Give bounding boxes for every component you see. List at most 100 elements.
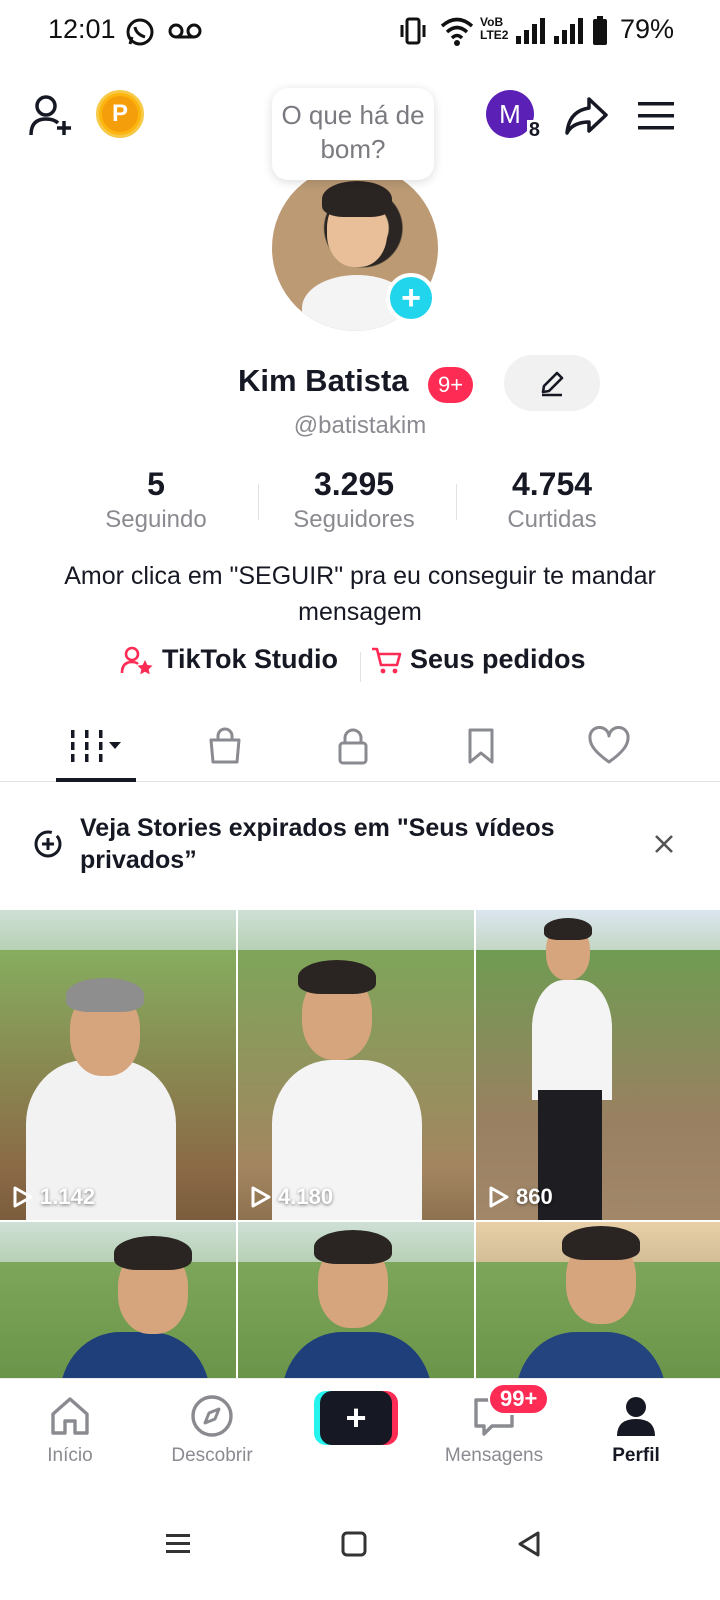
home-icon bbox=[51, 1397, 89, 1435]
tab-shop[interactable] bbox=[160, 710, 290, 782]
view-count: 860 bbox=[488, 1184, 553, 1210]
bookmark-icon bbox=[468, 728, 494, 764]
video-grid: 1.142 4.180 860 bbox=[0, 910, 720, 1406]
tab-liked[interactable] bbox=[544, 710, 674, 782]
video-thumbnail[interactable]: 860 bbox=[476, 910, 720, 1220]
tab-saved[interactable] bbox=[416, 710, 546, 782]
signal-icon bbox=[552, 16, 586, 51]
cart-icon bbox=[372, 647, 402, 673]
plus-icon: + bbox=[320, 1391, 392, 1445]
wifi-icon bbox=[440, 16, 474, 51]
menu-button[interactable] bbox=[634, 92, 678, 140]
coin-label: P bbox=[102, 96, 138, 132]
share-profile-button[interactable] bbox=[560, 90, 612, 142]
battery-level: 79% bbox=[619, 14, 674, 44]
status-time: 12:01 bbox=[48, 14, 116, 44]
name-row: Kim Batista 9+ bbox=[0, 355, 720, 411]
active-tab-indicator bbox=[56, 778, 136, 782]
studio-icon bbox=[120, 646, 153, 674]
add-story-button[interactable]: + bbox=[386, 273, 436, 323]
content-tabs bbox=[0, 710, 720, 782]
nav-inbox-label: Mensagens bbox=[444, 1445, 544, 1466]
followers-count: 3.295 bbox=[313, 466, 395, 502]
add-user-icon bbox=[29, 95, 71, 136]
profile-icon bbox=[617, 1397, 655, 1436]
vibrate-icon bbox=[398, 16, 428, 51]
stories-banner[interactable]: Veja Stories expirados em "Seus vídeos p… bbox=[0, 798, 720, 898]
videos-grid-icon bbox=[71, 730, 121, 762]
switch-account-button[interactable]: M 8 bbox=[486, 90, 542, 140]
nav-home[interactable]: Início bbox=[0, 1391, 140, 1467]
share-arrow-icon bbox=[565, 97, 608, 135]
inbox-badge: 99+ bbox=[488, 1383, 550, 1415]
story-add-icon bbox=[32, 828, 64, 865]
play-icon bbox=[13, 1186, 33, 1208]
tab-private[interactable] bbox=[288, 710, 418, 782]
add-friend-button[interactable] bbox=[26, 90, 78, 142]
profile-avatar[interactable]: + bbox=[272, 165, 438, 331]
stat-following[interactable]: 5 Seguindo bbox=[56, 464, 256, 534]
nav-home-label: Início bbox=[47, 1445, 93, 1466]
stat-followers[interactable]: 3.295 Seguidores bbox=[254, 464, 454, 534]
tiktok-studio-label: TikTok Studio bbox=[162, 644, 339, 674]
close-icon bbox=[655, 835, 673, 853]
profile-stats: 5 Seguindo 3.295 Seguidores 4.754 Curtid… bbox=[0, 464, 720, 544]
view-count-text: 4.180 bbox=[278, 1184, 334, 1209]
recents-icon bbox=[166, 1534, 190, 1553]
following-count: 5 bbox=[147, 466, 165, 502]
menu-icon bbox=[638, 102, 674, 130]
shop-bag-icon bbox=[209, 727, 241, 764]
coin-icon: P bbox=[96, 90, 144, 138]
tiktok-studio-link[interactable]: TikTok Studio bbox=[120, 644, 338, 675]
volte-icon: VoB LTE2 bbox=[480, 15, 509, 42]
notification-badge[interactable]: 9+ bbox=[428, 367, 474, 403]
nav-discover[interactable]: Descobrir bbox=[142, 1391, 282, 1467]
nav-profile-label: Perfil bbox=[612, 1445, 660, 1466]
bottom-navigation: Início Descobrir + Mensagens 99+ Perfil bbox=[0, 1378, 720, 1488]
profile-links: TikTok Studio Seus pedidos bbox=[0, 644, 720, 694]
compass-icon bbox=[191, 1395, 233, 1437]
status-bar: 12:01 VoB LTE2 79% bbox=[0, 0, 720, 64]
coins-button[interactable]: P bbox=[96, 90, 144, 138]
view-count: 4.180 bbox=[250, 1184, 333, 1210]
orders-label: Seus pedidos bbox=[410, 644, 586, 674]
heart-icon bbox=[588, 726, 630, 764]
play-icon bbox=[489, 1186, 509, 1208]
home-system-button[interactable] bbox=[334, 1524, 374, 1564]
orders-link[interactable]: Seus pedidos bbox=[370, 644, 586, 675]
followers-label: Seguidores bbox=[293, 506, 415, 533]
video-thumbnail[interactable]: 4.180 bbox=[238, 910, 474, 1220]
display-name: Kim Batista bbox=[238, 363, 409, 398]
stat-likes[interactable]: 4.754 Curtidas bbox=[452, 464, 652, 534]
nav-profile[interactable]: Perfil bbox=[566, 1391, 706, 1467]
following-label: Seguindo bbox=[105, 506, 207, 533]
likes-count: 4.754 bbox=[511, 466, 593, 502]
close-banner-button[interactable] bbox=[648, 828, 680, 860]
recent-apps-button[interactable] bbox=[158, 1524, 198, 1564]
nav-discover-label: Descobrir bbox=[171, 1445, 253, 1466]
play-icon bbox=[251, 1186, 271, 1208]
edit-profile-button[interactable] bbox=[504, 355, 600, 411]
back-triangle-icon bbox=[518, 1531, 540, 1557]
account-badge: 8 bbox=[526, 119, 542, 141]
profile-bio: Amor clica em "SEGUIR" pra eu conseguir … bbox=[64, 562, 656, 626]
create-button[interactable]: + bbox=[314, 1391, 398, 1445]
video-thumbnail[interactable]: 1.142 bbox=[0, 910, 236, 1220]
view-count: 1.142 bbox=[12, 1184, 95, 1210]
pencil-icon bbox=[541, 371, 564, 397]
battery-icon bbox=[592, 16, 608, 51]
tab-videos[interactable] bbox=[32, 710, 162, 782]
lock-icon bbox=[338, 728, 368, 765]
stories-banner-text: Veja Stories expirados em "Seus vídeos p… bbox=[80, 814, 555, 874]
square-home-icon bbox=[341, 1531, 367, 1557]
signal-icon bbox=[514, 16, 548, 51]
likes-label: Curtidas bbox=[507, 506, 597, 533]
system-navigation bbox=[0, 1488, 720, 1600]
view-count-text: 860 bbox=[516, 1184, 553, 1209]
view-count-text: 1.142 bbox=[40, 1184, 96, 1209]
username: @batistakim bbox=[293, 412, 427, 439]
back-button[interactable] bbox=[510, 1524, 550, 1564]
whats-new-bubble[interactable]: O que há de bom? bbox=[272, 88, 434, 180]
whatsapp-icon bbox=[124, 16, 156, 53]
voicemail-icon bbox=[168, 20, 202, 47]
